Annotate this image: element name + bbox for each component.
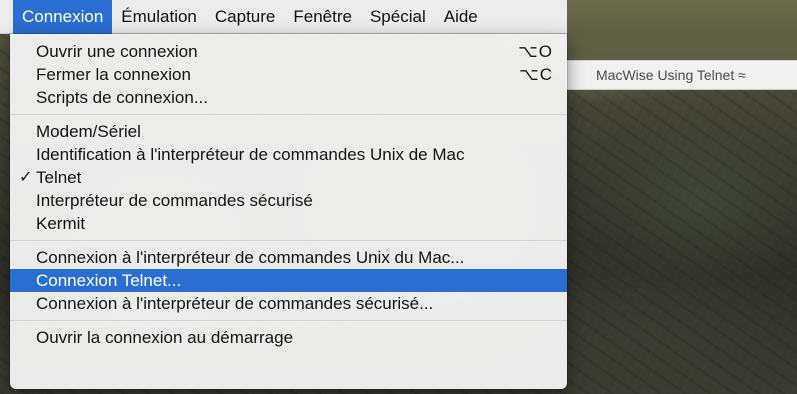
menu-item-label: Ouvrir une connexion [36, 42, 198, 61]
menu-item-label: Telnet [36, 168, 82, 187]
menu-item-fermer-connexion[interactable]: Fermer la connexion ⌥C [10, 63, 567, 86]
menu-item-kermit[interactable]: Kermit [10, 212, 567, 235]
menu-item-label: Modem/Sériel [36, 122, 141, 141]
menu-item-label: Connexion à l'interpréteur de commandes … [36, 248, 465, 267]
menu-item-interpreteur-securise[interactable]: Interpréteur de commandes sécurisé [10, 189, 567, 212]
menu-separator [10, 235, 567, 246]
menu-item-label: Kermit [36, 214, 86, 233]
menu-item-label: Connexion à l'interpréteur de commandes … [36, 294, 434, 313]
menu-aide[interactable]: Aide [435, 0, 487, 34]
menu-item-connexion-securise[interactable]: Connexion à l'interpréteur de commandes … [10, 292, 567, 315]
menu-item-connexion-unix-mac[interactable]: Connexion à l'interpréteur de commandes … [10, 246, 567, 269]
menu-separator [10, 315, 567, 326]
menu-separator [10, 109, 567, 120]
menu-item-scripts-connexion[interactable]: Scripts de connexion... [10, 86, 567, 109]
menu-emulation[interactable]: Émulation [112, 0, 206, 34]
menu-item-label: Ouvrir la connexion au démarrage [36, 328, 294, 347]
menubar-extension [567, 0, 797, 34]
connexion-dropdown-menu: Ouvrir une connexion ⌥O Fermer la connex… [10, 34, 567, 389]
background-window[interactable]: MacWise Using Telnet ≈ [566, 34, 797, 90]
menubar: Connexion Émulation Capture Fenêtre Spéc… [0, 0, 567, 34]
background-window-titlebar[interactable]: MacWise Using Telnet ≈ [566, 60, 797, 90]
menu-item-label: Connexion Telnet... [36, 271, 182, 290]
menu-special[interactable]: Spécial [361, 0, 435, 34]
menu-item-connexion-telnet[interactable]: Connexion Telnet... [10, 269, 567, 292]
menu-item-telnet[interactable]: ✓ Telnet [10, 166, 567, 189]
menu-item-identification-unix[interactable]: Identification à l'interpréteur de comma… [10, 143, 567, 166]
shortcut-label: ⌥O [518, 42, 553, 61]
menu-item-label: Interpréteur de commandes sécurisé [36, 191, 313, 210]
menu-item-ouvrir-connexion[interactable]: Ouvrir une connexion ⌥O [10, 40, 567, 63]
menu-connexion[interactable]: Connexion [13, 0, 113, 34]
menu-fenetre[interactable]: Fenêtre [284, 0, 361, 34]
menu-item-label: Fermer la connexion [36, 65, 191, 84]
shortcut-label: ⌥C [519, 65, 553, 84]
background-window-title: MacWise Using Telnet ≈ [596, 67, 746, 83]
menu-item-modem-seriel[interactable]: Modem/Sériel [10, 120, 567, 143]
checkmark-icon: ✓ [19, 169, 33, 186]
menu-item-label: Identification à l'interpréteur de comma… [36, 145, 465, 164]
menu-item-label: Scripts de connexion... [36, 88, 208, 107]
menu-capture[interactable]: Capture [206, 0, 284, 34]
menu-item-ouvrir-au-demarrage[interactable]: Ouvrir la connexion au démarrage [10, 326, 567, 349]
